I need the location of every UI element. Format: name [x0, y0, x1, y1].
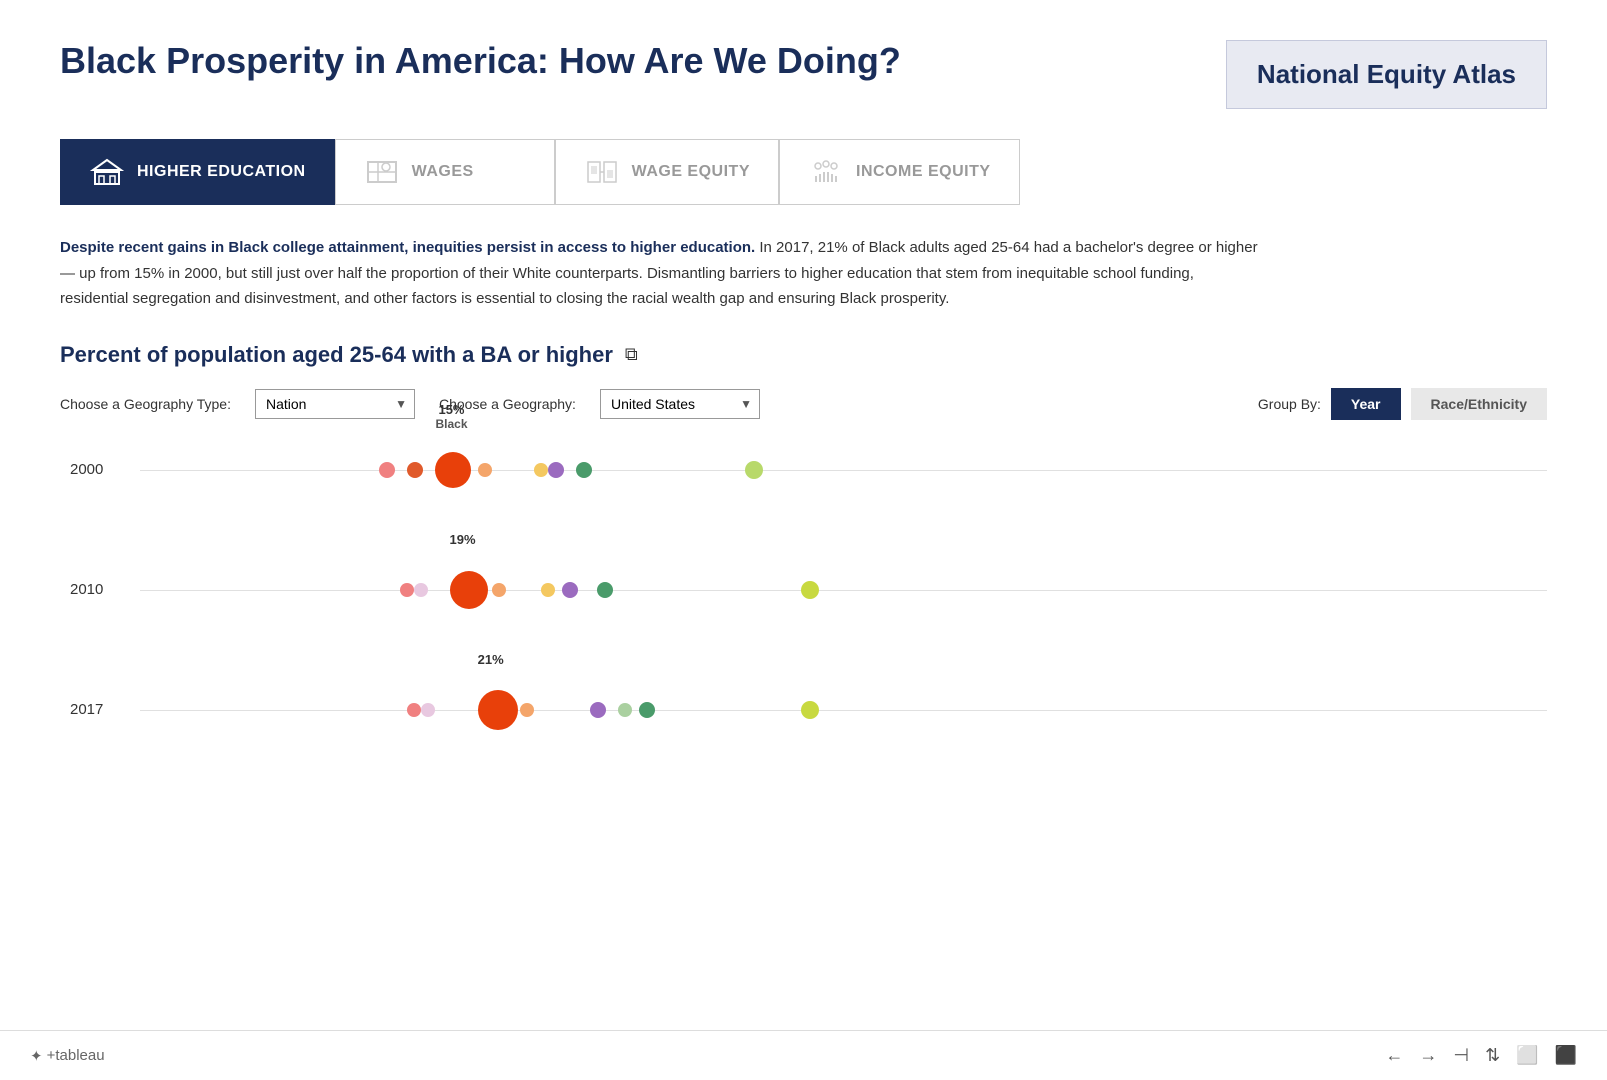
atlas-name: National Equity Atlas	[1257, 59, 1516, 89]
nav-forward-button[interactable]: →	[1419, 1045, 1437, 1066]
dot-line-2000: 15% Black	[140, 440, 1547, 500]
income-equity-icon	[808, 154, 844, 190]
year-label-2000: 2000	[70, 461, 103, 478]
controls-row: Choose a Geography Type: Nation ▼ Choose…	[60, 388, 1547, 420]
dot-2000-4	[478, 463, 492, 477]
chart-title: Percent of population aged 25-64 with a …	[60, 342, 613, 368]
tooltip-2000-black: 15% Black	[435, 402, 467, 431]
dot-2017-7	[639, 702, 655, 718]
description-bold: Despite recent gains in Black college at…	[60, 239, 755, 256]
dot-2017-8	[801, 701, 819, 719]
external-link-icon[interactable]: ⧉	[625, 344, 638, 365]
group-by-year-button[interactable]: Year	[1331, 388, 1401, 420]
tab-higher-education-label: HIGHER EDUCATION	[137, 163, 306, 181]
chart-row-2017: 2017 21%	[140, 680, 1547, 740]
dot-2000-7	[576, 462, 592, 478]
tab-wage-equity-label: WAGE EQUITY	[632, 163, 750, 181]
group-by-label: Group By:	[1258, 396, 1321, 412]
dot-2010-8	[801, 581, 819, 599]
dot-line-2017: 21%	[140, 680, 1547, 740]
wages-icon	[364, 154, 400, 190]
dot-2000-5	[534, 463, 548, 477]
chart-row-2010: 2010 19%	[140, 560, 1547, 620]
tab-income-equity[interactable]: INCOME EQUITY	[779, 139, 1020, 205]
tab-higher-education[interactable]: HIGHER EDUCATION	[60, 139, 335, 205]
tooltip-pct-2000: 15%	[435, 402, 467, 417]
nav-share-button[interactable]: ⇅	[1485, 1045, 1500, 1066]
geography-type-label: Choose a Geography Type:	[60, 396, 231, 412]
nav-download-button[interactable]: ⬜	[1516, 1045, 1538, 1066]
tab-wages[interactable]: WAGES	[335, 139, 555, 205]
dot-2010-5	[541, 583, 555, 597]
tableau-nav: ← → ⊣ ⇅ ⬜ ⬛	[1385, 1045, 1577, 1066]
tabs-row: HIGHER EDUCATION WAGES	[60, 139, 1547, 205]
nav-first-button[interactable]: ⊣	[1453, 1045, 1469, 1066]
tooltip-label-2000: Black	[435, 417, 467, 431]
dot-2010-black	[450, 571, 488, 609]
dot-2000-black	[435, 452, 471, 488]
dot-2010-1	[400, 583, 414, 597]
tooltip-pct-2010: 19%	[450, 532, 476, 547]
national-equity-atlas-box: National Equity Atlas	[1226, 40, 1547, 109]
dot-2010-2	[414, 583, 428, 597]
chart-row-2000: 2000 15% Black	[140, 440, 1547, 500]
dot-2017-black	[478, 690, 518, 730]
tableau-logo: ✦ +tableau	[30, 1047, 105, 1065]
dot-2017-6	[618, 703, 632, 717]
tableau-footer: ✦ +tableau ← → ⊣ ⇅ ⬜ ⬛	[0, 1030, 1607, 1080]
dot-line-2010: 19%	[140, 560, 1547, 620]
dot-2000-1	[379, 462, 395, 478]
tab-wage-equity[interactable]: WAGE EQUITY	[555, 139, 779, 205]
dot-2010-4	[492, 583, 506, 597]
geography-type-select[interactable]: Nation	[255, 389, 415, 419]
dot-2000-6	[548, 462, 564, 478]
tab-income-equity-label: INCOME EQUITY	[856, 163, 991, 181]
year-label-2017: 2017	[70, 701, 103, 718]
dot-2000-2	[407, 462, 423, 478]
dot-2010-6	[562, 582, 578, 598]
year-label-2010: 2010	[70, 581, 103, 598]
tableau-logo-text: +tableau	[47, 1047, 105, 1064]
wage-equity-icon	[584, 154, 620, 190]
page-title: Black Prosperity in America: How Are We …	[60, 40, 901, 82]
geography-select-wrapper: United States ▼	[600, 389, 760, 419]
dot-2017-5	[590, 702, 606, 718]
description-block: Despite recent gains in Black college at…	[60, 235, 1260, 312]
header-row: Black Prosperity in America: How Are We …	[60, 40, 1547, 109]
geography-select[interactable]: United States	[600, 389, 760, 419]
dot-2010-7	[597, 582, 613, 598]
higher-education-icon	[89, 154, 125, 190]
dot-2017-4	[520, 703, 534, 717]
group-by-section: Group By: Year Race/Ethnicity	[1258, 388, 1547, 420]
chart-area: 2000 15% Black 2010	[60, 440, 1547, 740]
nav-back-button[interactable]: ←	[1385, 1045, 1403, 1066]
nav-fullscreen-button[interactable]: ⬛	[1555, 1045, 1577, 1066]
tab-wages-label: WAGES	[412, 163, 474, 181]
dot-2017-1	[407, 703, 421, 717]
chart-title-row: Percent of population aged 25-64 with a …	[60, 342, 1547, 368]
tooltip-2010-black: 19%	[450, 532, 476, 547]
tableau-logo-dots: ✦	[30, 1047, 43, 1065]
group-by-race-button[interactable]: Race/Ethnicity	[1411, 388, 1547, 420]
tooltip-2017-black: 21%	[478, 652, 504, 667]
dot-2017-2	[421, 703, 435, 717]
tooltip-pct-2017: 21%	[478, 652, 504, 667]
dot-2000-8	[745, 461, 763, 479]
geography-type-select-wrapper: Nation ▼	[255, 389, 415, 419]
